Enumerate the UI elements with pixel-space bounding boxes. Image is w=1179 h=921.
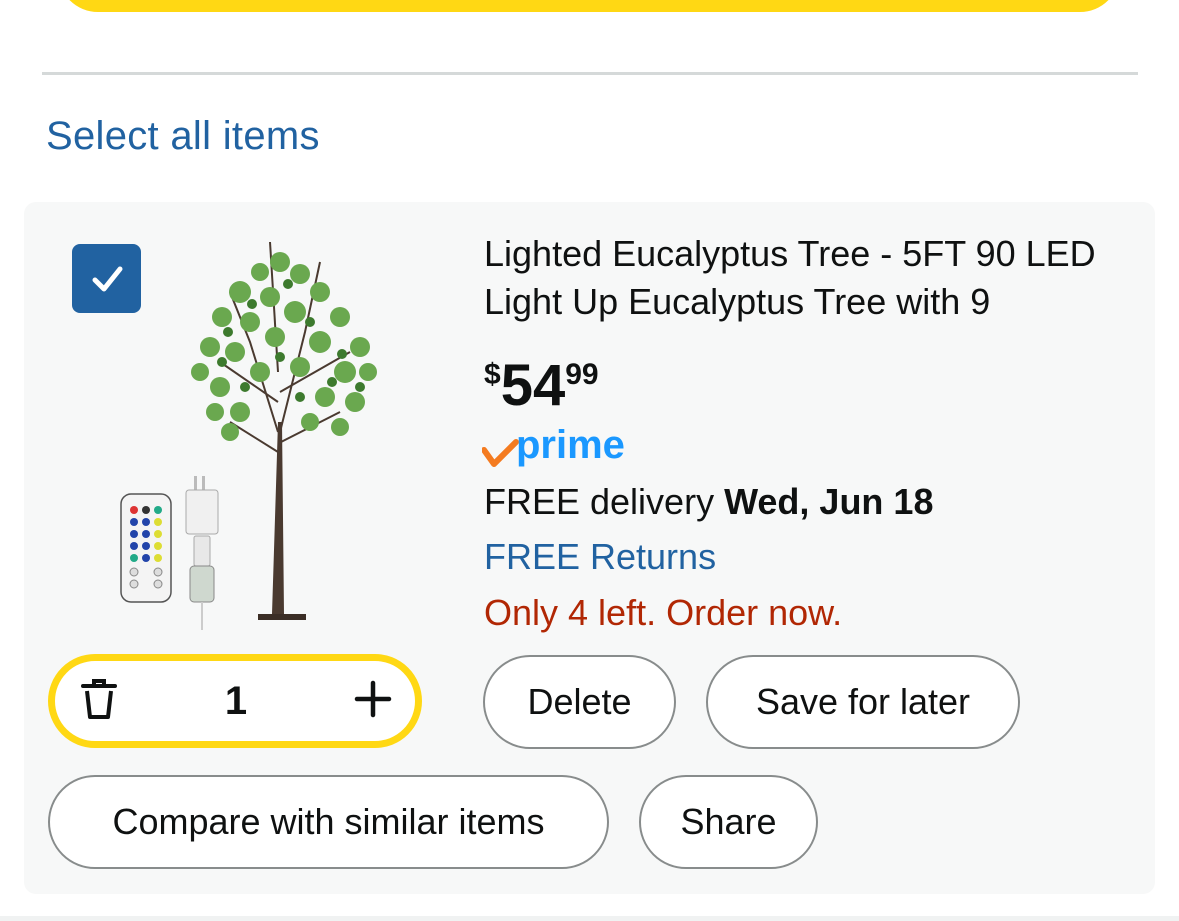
free-returns-link[interactable]: FREE Returns [484, 536, 716, 578]
price-whole: 54 [500, 353, 566, 418]
select-all-link[interactable]: Select all items [46, 114, 320, 159]
price: $5499 [484, 352, 599, 419]
delete-button[interactable]: Delete [483, 655, 676, 749]
price-fraction: 99 [565, 358, 599, 391]
prime-check-icon [482, 439, 519, 467]
stock-status: Only 4 left. Order now. [484, 592, 843, 633]
divider [42, 72, 1138, 75]
plus-icon[interactable] [353, 679, 393, 724]
delivery-info: FREE delivery Wed, Jun 18 [484, 481, 933, 523]
trash-icon[interactable] [79, 677, 119, 726]
product-image[interactable] [110, 222, 390, 634]
product-title[interactable]: Lighted Eucalyptus Tree - 5FT 90 LED Lig… [484, 230, 1134, 326]
proceed-to-checkout-button[interactable] [58, 0, 1120, 12]
compare-button[interactable]: Compare with similar items [48, 775, 609, 869]
prime-logo: prime [482, 424, 625, 467]
save-for-later-button[interactable]: Save for later [706, 655, 1020, 749]
delivery-prefix: FREE delivery [484, 481, 715, 522]
quantity-stepper[interactable]: 1 [48, 654, 422, 748]
quantity-value: 1 [224, 678, 248, 723]
prime-label: prime [516, 424, 625, 467]
price-currency: $ [484, 358, 501, 391]
delivery-date: Wed, Jun 18 [724, 481, 934, 522]
share-button[interactable]: Share [639, 775, 818, 869]
divider [0, 916, 1179, 921]
